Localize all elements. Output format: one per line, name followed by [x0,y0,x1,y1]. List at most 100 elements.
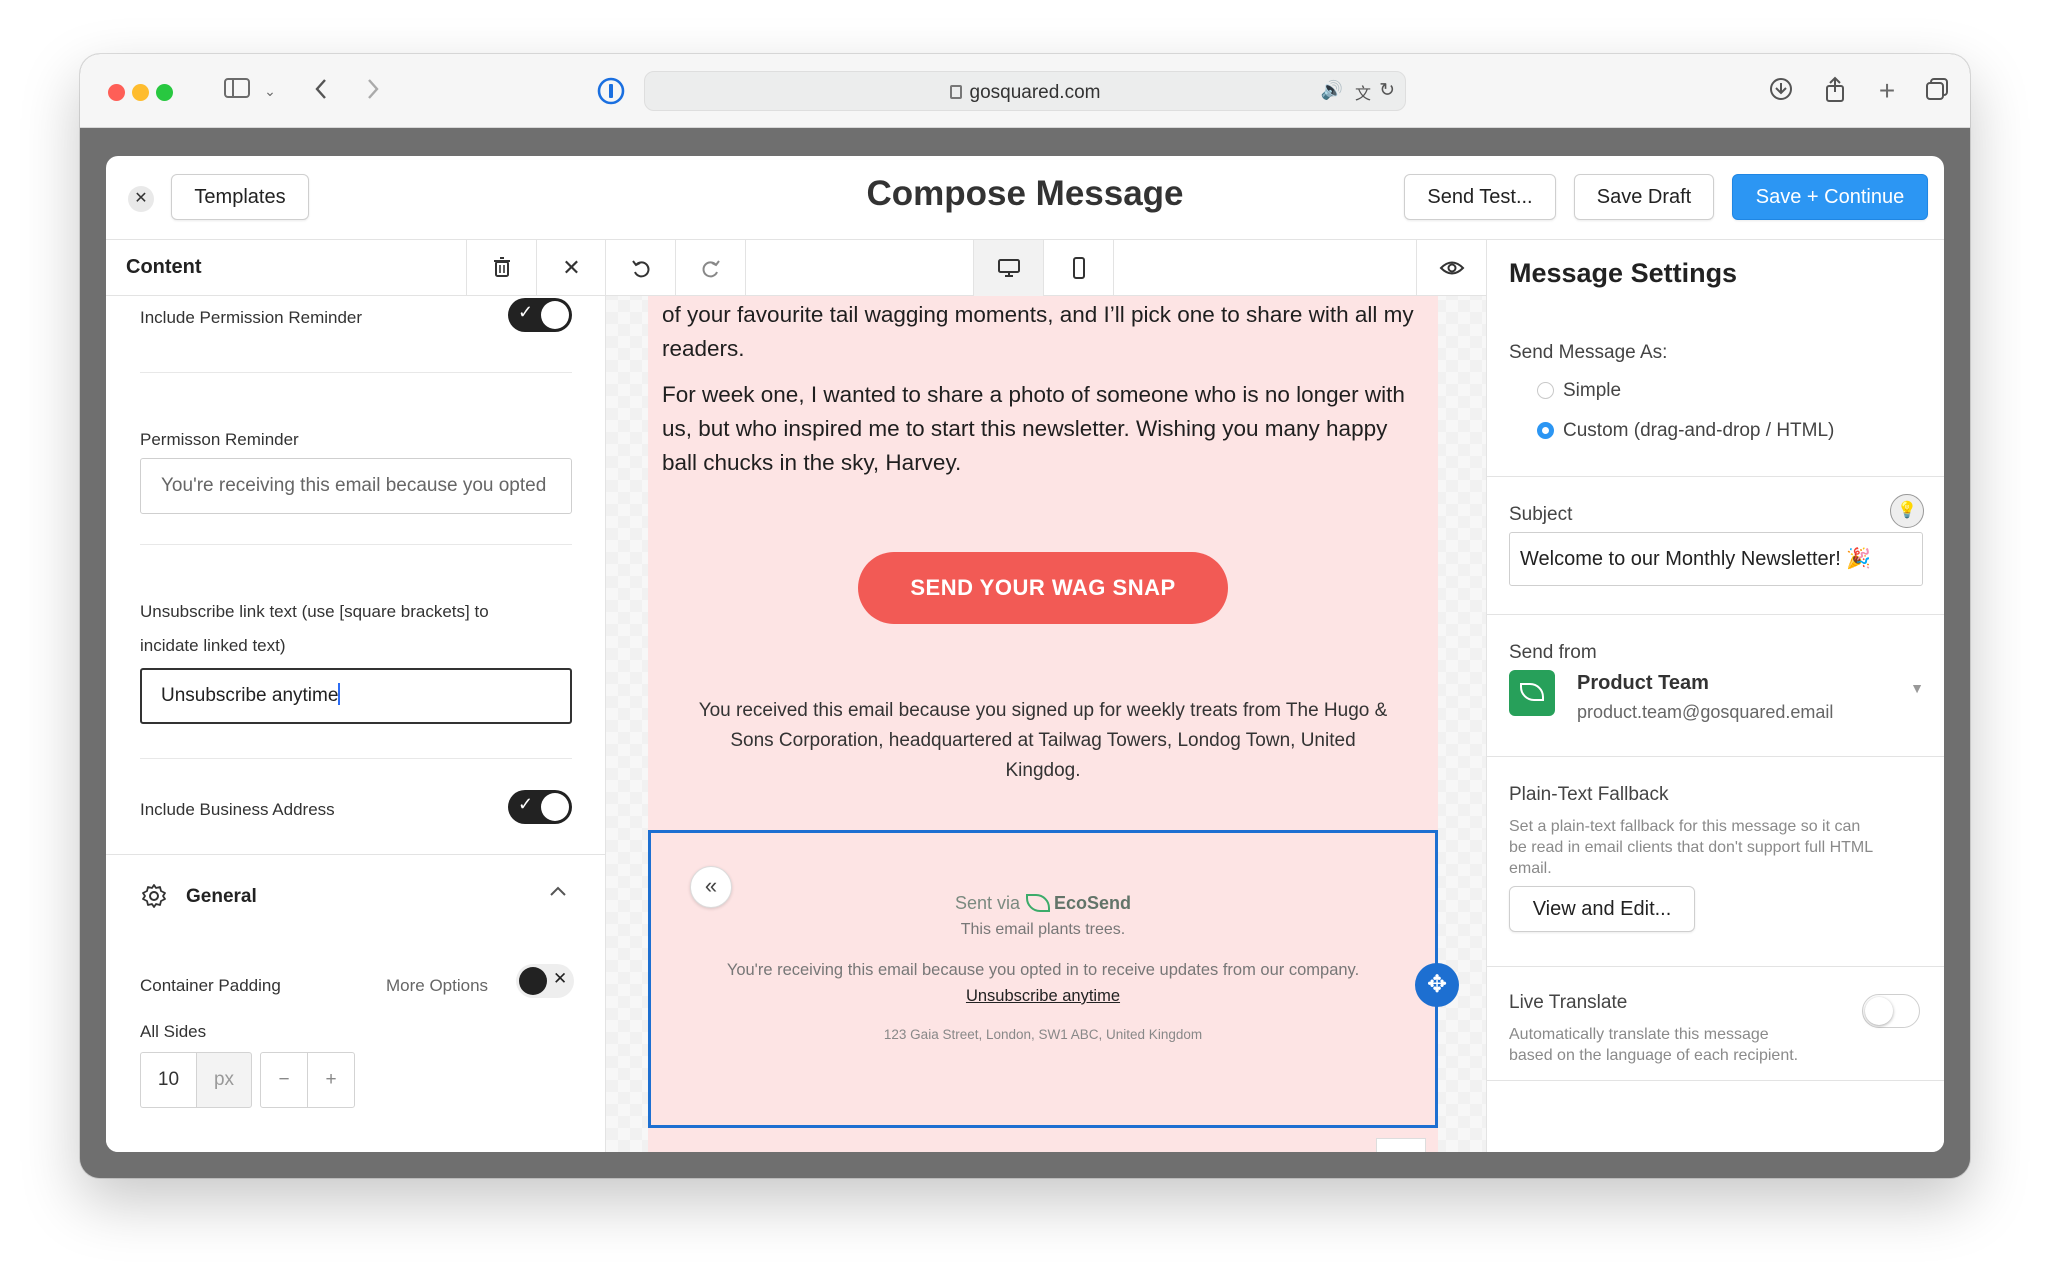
divider [1487,614,1944,615]
content-toolbar: Content ✕ [106,240,605,296]
send-as-label: Send Message As: [1509,342,1668,363]
translate-desc-line: Automatically translate this message [1509,1026,1769,1043]
subject-label: Subject [1509,504,1573,525]
email-footer-text[interactable]: You received this email because you sign… [678,696,1408,786]
url-text: gosquared.com [645,82,1405,104]
fallback-label: Plain-Text Fallback [1509,784,1669,805]
general-section-title: General [186,886,257,907]
eye-icon[interactable] [1416,240,1486,296]
translate-desc-line: based on the language of each recipient. [1509,1047,1799,1064]
padding-value-input[interactable]: 10 [140,1052,196,1108]
toggle-knob [1865,997,1893,1025]
trash-icon[interactable] [466,240,536,296]
close-panel-icon[interactable]: ✕ [536,240,605,296]
translate-icon[interactable]: 文 [1355,80,1371,104]
lightbulb-icon[interactable]: 💡 [1890,494,1924,528]
toggle-knob [541,793,569,821]
email-text-line: readers. [662,336,745,361]
forward-icon[interactable] [358,76,388,106]
unsubscribe-label-line1: Unsubscribe link text (use [square brack… [140,602,489,621]
divider [140,758,572,759]
selected-footer-block[interactable]: Sent via EcoSend This email plants trees.… [648,830,1459,1128]
email-text-line: ball chucks in the sky, Harvey. [662,450,962,475]
unsubscribe-wrapper: Unsubscribe anytime [651,987,1435,1006]
padding-decrement-button[interactable]: − [260,1052,308,1108]
desktop-icon[interactable] [974,240,1044,296]
dropdown-caret-icon[interactable]: ▼ [1910,680,1924,696]
email-preview: of your favourite tail wagging moments, … [648,296,1459,1152]
footer-text-line: Kingdog. [1005,760,1081,781]
radio-simple-label[interactable]: Simple [1563,380,1621,402]
settings-title: Message Settings [1509,258,1738,288]
toolbar-spacer [746,240,974,296]
downloads-icon[interactable] [1766,76,1796,106]
undo-icon[interactable] [606,240,676,296]
collapse-panel-button[interactable]: « [690,866,732,908]
minimize-window-button[interactable] [132,84,149,101]
tab-content[interactable]: Content [126,256,202,279]
content-panel: Content ✕ Include Permission Reminder ✓ … [106,240,606,1152]
address-bar[interactable]: gosquared.com 🔊 文 ↻ [644,71,1406,111]
mobile-icon[interactable] [1044,240,1114,296]
email-text-line: of your favourite tail wagging moments, … [662,302,1414,327]
padding-increment-button[interactable]: + [307,1052,355,1108]
send-test-button[interactable]: Send Test... [1404,174,1556,220]
audio-icon[interactable]: 🔊 [1321,80,1343,101]
check-icon: ✓ [518,794,534,814]
permission-reminder-input[interactable]: You're receiving this email because you … [140,458,572,514]
radio-custom[interactable] [1537,422,1554,439]
all-sides-label: All Sides [140,1022,207,1041]
unsubscribe-link[interactable]: Unsubscribe anytime [966,987,1120,1005]
leaf-icon [1520,683,1544,701]
fallback-description: Set a plain-text fallback for this messa… [1509,816,1929,879]
new-tab-icon[interactable]: + [1872,76,1902,106]
sent-via-prefix: Sent via [954,893,1020,913]
sidebar-icon[interactable] [220,76,254,106]
check-icon: ✓ [518,302,534,322]
ecosend-brand: EcoSend [1054,893,1132,913]
move-icon[interactable]: ✥ [1415,963,1459,1007]
save-continue-button[interactable]: Save + Continue [1732,174,1928,220]
more-options-label: More Options [386,976,489,995]
sent-via-line: Sent via EcoSend [651,893,1435,914]
toggle-knob [541,301,569,329]
view-edit-button[interactable]: View and Edit... [1509,886,1695,932]
sender-name[interactable]: Product Team [1577,672,1709,695]
redo-icon[interactable] [676,240,746,296]
tabs-overview-icon[interactable] [1922,76,1952,106]
permission-toggle[interactable]: ✓ [508,298,572,332]
sender-email[interactable]: product.team@gosquared.email [1577,702,1833,723]
close-window-button[interactable] [108,84,125,101]
browser-window: ⌄ gosquared.com 🔊 文 ↻ + ✕ Templates Comp… [80,54,1970,1178]
chevron-down-icon[interactable]: ⌄ [260,76,280,106]
reload-icon[interactable]: ↻ [1379,79,1395,102]
radio-custom-label[interactable]: Custom (drag-and-drop / HTML) [1563,420,1834,442]
radio-simple[interactable] [1537,382,1554,399]
password-manager-icon[interactable] [595,76,627,106]
subject-input[interactable]: Welcome to our Monthly Newsletter! 🎉 [1509,532,1923,586]
text-caret [338,683,341,705]
business-address-toggle[interactable]: ✓ [508,790,572,824]
live-translate-toggle[interactable] [1862,994,1920,1028]
footer-text-line: Sons Corporation, headquartered at Tailw… [730,730,1356,751]
divider [140,372,572,373]
chevron-up-icon[interactable] [546,880,572,906]
compose-modal: ✕ Templates Compose Message Send Test...… [106,156,1944,1152]
more-options-toggle[interactable]: ✕ [516,964,574,998]
business-toggle-label: Include Business Address [140,800,335,819]
unsubscribe-link-input[interactable]: Unsubscribe anytime [140,668,572,724]
plants-trees-text: This email plants trees. [960,921,1126,938]
back-icon[interactable] [306,76,336,106]
email-paragraph-1[interactable]: of your favourite tail wagging moments, … [662,298,1424,366]
browser-titlebar: ⌄ gosquared.com 🔊 文 ↻ + [80,54,1970,128]
permission-field-label: Permisson Reminder [140,430,299,449]
fallback-desc-line: Set a plain-text fallback for this messa… [1509,818,1861,835]
toggle-knob [519,967,547,995]
email-paragraph-2[interactable]: For week one, I wanted to share a photo … [662,378,1424,480]
save-draft-button[interactable]: Save Draft [1574,174,1714,220]
zoom-window-button[interactable] [156,84,173,101]
share-icon[interactable] [1820,76,1850,106]
message-settings-panel: Message Settings Send Message As: Simple… [1486,240,1944,1152]
cta-button[interactable]: SEND YOUR WAG SNAP [858,552,1228,624]
divider [1487,756,1944,757]
